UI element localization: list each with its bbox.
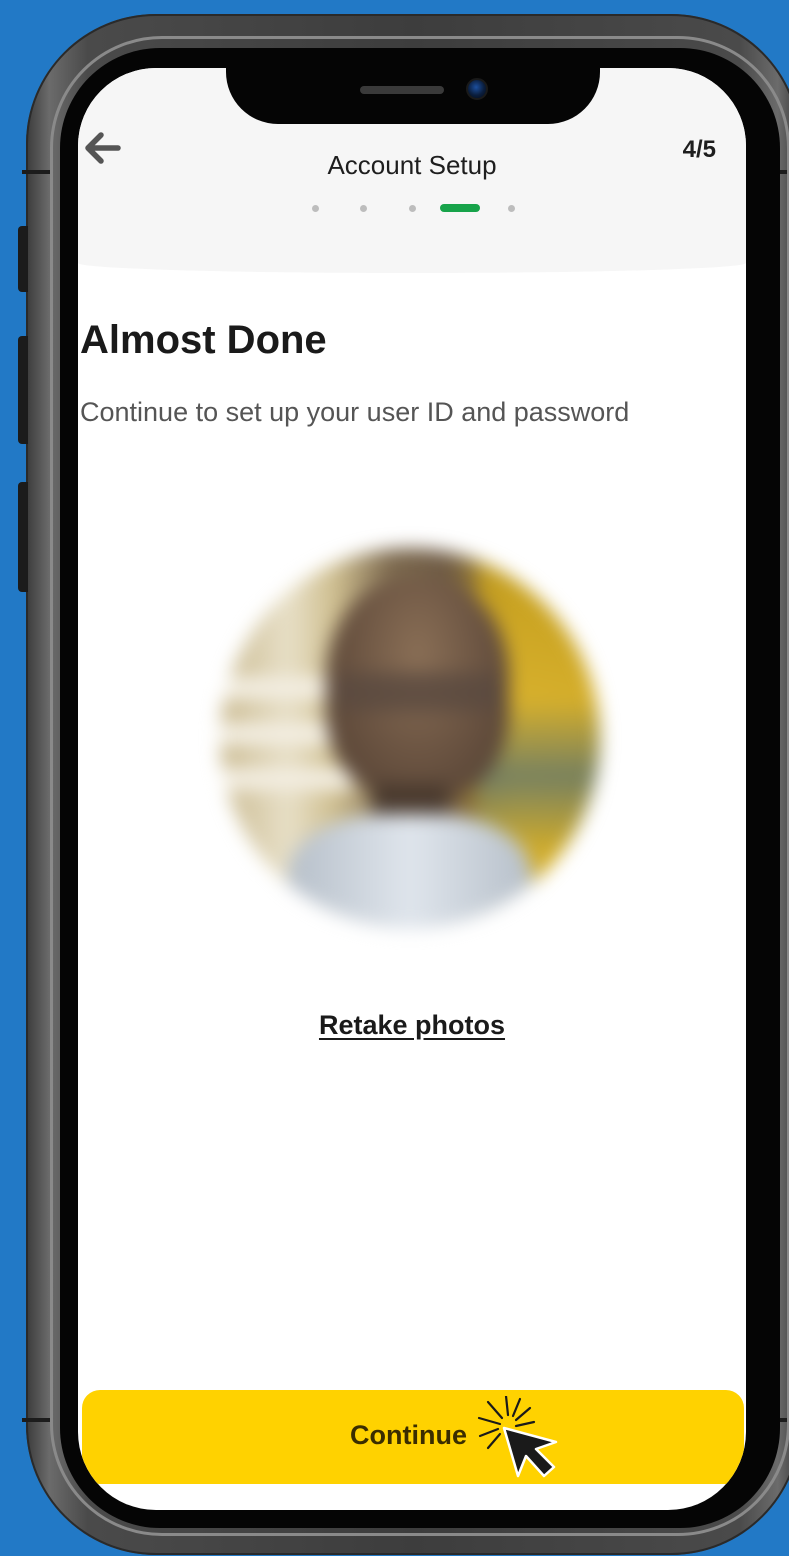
retake-photos-link[interactable]: Retake photos: [78, 1010, 746, 1041]
progress-dot-2: [360, 205, 367, 212]
progress-dots: [306, 202, 526, 214]
heading: Almost Done: [80, 318, 327, 362]
continue-button-label: Continue: [350, 1420, 467, 1450]
progress-dot-5: [508, 205, 515, 212]
mute-switch: [18, 226, 28, 292]
page-title: Account Setup: [327, 150, 497, 180]
volume-down-button: [18, 482, 28, 592]
frame-edge-left-top: [22, 170, 52, 174]
step-counter: 4/5: [682, 136, 716, 163]
progress-dot-3: [409, 205, 416, 212]
selfie-photo: [220, 548, 600, 928]
phone-screen: Account Setup 4/5 Almost Done Continue t…: [78, 68, 746, 1510]
click-cursor-icon: [477, 1396, 558, 1478]
notch: [226, 68, 600, 124]
speaker-grille: [360, 86, 444, 94]
progress-dot-4-active: [440, 204, 480, 212]
frame-edge-left-bottom: [22, 1418, 52, 1422]
progress-dot-1: [312, 205, 319, 212]
continue-button[interactable]: Continue: [82, 1390, 744, 1484]
front-camera: [466, 78, 488, 100]
subtitle: Continue to set up your user ID and pass…: [80, 397, 630, 427]
volume-up-button: [18, 336, 28, 444]
